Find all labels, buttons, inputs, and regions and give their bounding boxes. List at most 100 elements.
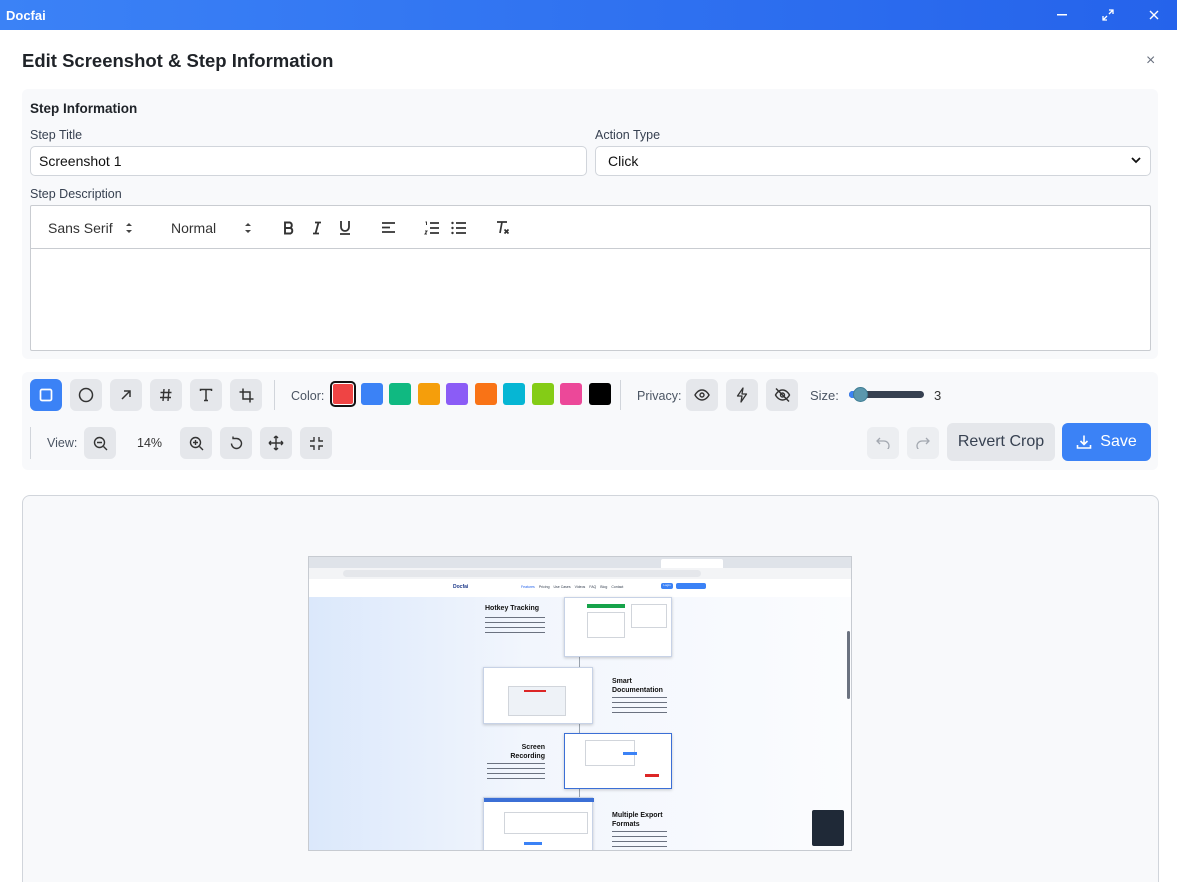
canvas-area[interactable]: Docfai Features Pricing Use Cases Videos FAQ… [22,495,1159,882]
color-swatch[interactable] [360,383,383,405]
bullet-list-button[interactable] [451,206,467,249]
font-family-select[interactable]: Sans Serif [48,206,133,249]
color-label: Color: [291,389,325,403]
text-tool-button[interactable] [190,379,222,411]
rotate-ccw-icon [230,436,242,449]
pan-button[interactable] [260,427,292,459]
divider [30,427,31,459]
feature-text-4 [612,831,667,847]
redo-button[interactable] [907,427,939,459]
rectangle-icon [39,388,53,402]
align-button[interactable] [381,206,396,249]
zoom-out-button[interactable] [84,427,116,459]
clear-format-button[interactable] [495,206,511,249]
color-swatch[interactable] [417,383,440,405]
editor-content[interactable] [31,249,1150,349]
step-description-label: Step Description [30,187,122,201]
size-slider-thumb[interactable] [853,387,869,402]
page-scrollbar [847,631,850,699]
step-information-panel: Step Information Step Title Screenshot 1… [22,89,1158,359]
font-size-value: Normal [171,219,217,236]
reset-view-button[interactable] [220,427,252,459]
clear-format-icon [497,221,510,235]
feature-text-3 [487,763,545,779]
floating-widget [812,810,844,846]
feature-text-1 [485,617,545,633]
screenshot-preview[interactable]: Docfai Features Pricing Use Cases Videos FAQ… [308,556,852,851]
feature-text-2 [612,697,667,713]
revert-crop-button[interactable]: Revert Crop [947,423,1055,461]
color-swatch[interactable] [446,383,468,405]
ordered-list-icon [424,221,439,234]
maximize-button[interactable] [1085,0,1131,30]
feature-title-1: Hotkey Tracking [485,605,540,612]
section-title: Step Information [30,101,138,116]
chevron-down-icon [1131,157,1141,164]
rectangle-tool-button[interactable] [30,379,62,411]
site-nav-link: Use Cases [553,585,571,589]
minimize-button[interactable] [1039,0,1085,30]
close-window-button[interactable] [1131,0,1177,30]
bold-button[interactable] [282,206,296,249]
underline-button[interactable] [338,206,352,249]
site-nav-link: Blog [600,585,608,589]
view-label: View: [47,436,78,450]
font-size-select[interactable]: Normal [171,206,252,249]
number-tool-button[interactable] [150,379,182,411]
privacy-hide-button[interactable] [766,379,798,411]
site-nav: Docfai Features Pricing Use Cases Videos FAQ… [309,579,851,597]
dialog-title: Edit Screenshot & Step Information [22,50,334,71]
divider [620,380,621,410]
zoom-in-button[interactable] [180,427,212,459]
redo-icon [916,437,930,449]
site-login: Login [661,583,673,589]
ordered-list-button[interactable] [424,206,440,249]
site-body: Hotkey Tracking Smart Documentation Scre… [309,597,851,850]
size-slider[interactable] [849,387,924,402]
privacy-auto-button[interactable] [726,379,758,411]
browser-tab-active [661,559,723,568]
eye-off-icon [774,387,790,403]
size-value: 3 [934,388,942,403]
color-swatch[interactable] [389,383,411,405]
color-swatch[interactable] [588,383,611,405]
save-button[interactable]: Save [1062,423,1151,461]
undo-button[interactable] [867,427,899,459]
title-bar: Docfai [0,0,1177,30]
step-title-input[interactable]: Screenshot 1 [30,146,587,176]
zoom-level: 14% [137,436,163,450]
site-nav-link: Pricing [538,585,550,589]
arrow-icon [121,390,131,400]
editor-toolbar: Sans Serif Normal [31,206,1150,249]
divider [274,380,275,410]
color-swatch[interactable] [330,381,356,407]
site-nav-link: Contact [611,585,624,589]
updown-icon [125,222,132,233]
annotation-toolbar: Color: Privacy: Size: 3 View: 14% Revert… [22,372,1158,470]
hash-icon [160,388,172,402]
italic-button[interactable] [311,206,323,249]
privacy-blur-button[interactable] [686,379,718,411]
color-swatch[interactable] [503,383,525,405]
color-swatch[interactable] [474,383,497,405]
undo-icon [876,437,890,449]
size-label: Size: [810,388,839,403]
color-swatch[interactable] [560,383,582,405]
color-swatch[interactable] [531,383,554,405]
circle-tool-button[interactable] [70,379,102,411]
fit-screen-button[interactable] [300,427,332,459]
action-type-select[interactable]: Click [595,146,1151,176]
crop-tool-button[interactable] [230,379,262,411]
updown-icon [245,222,252,233]
close-dialog-icon[interactable]: × [1146,52,1155,70]
site-nav-link: Features [521,585,535,589]
move-icon [268,435,284,451]
site-brand: Docfai [453,584,469,590]
bullet-list-icon [451,221,466,234]
align-left-icon [382,222,395,233]
arrow-tool-button[interactable] [110,379,142,411]
download-icon [1076,435,1092,449]
step-title-label: Step Title [30,128,83,142]
feature-image-4 [483,797,594,850]
feature-image-2 [483,667,593,724]
